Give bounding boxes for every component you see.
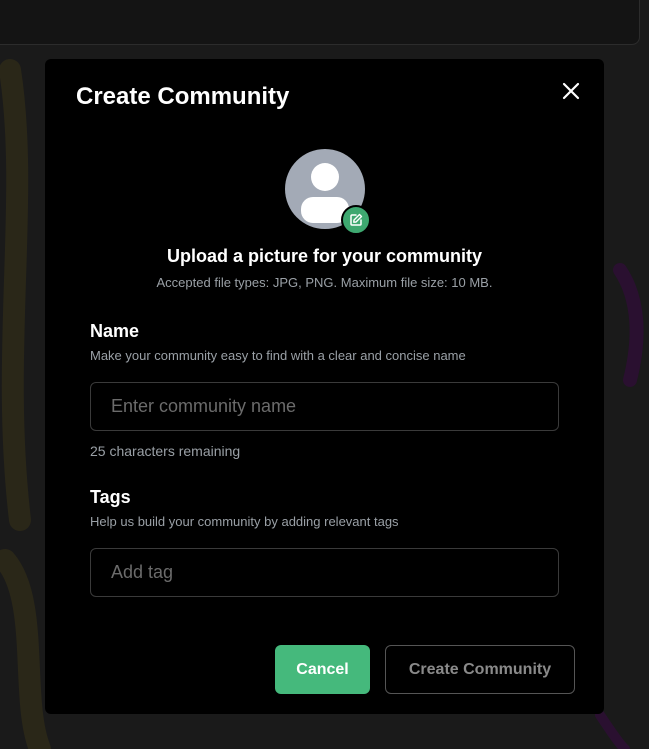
edit-picture-button[interactable] (341, 205, 371, 235)
cancel-button[interactable]: Cancel (275, 645, 370, 694)
edit-icon (350, 213, 363, 226)
community-picture-upload[interactable] (285, 149, 375, 239)
close-button[interactable] (557, 77, 585, 105)
name-characters-remaining: 25 characters remaining (90, 443, 241, 459)
tags-help-text: Help us build your community by adding r… (90, 514, 399, 529)
tags-label: Tags (90, 487, 131, 507)
name-help-text: Make your community easy to find with a … (90, 348, 466, 363)
background-card (0, 0, 640, 45)
create-community-modal: Create Community Upload a picture for yo… (45, 59, 604, 714)
name-label: Name (90, 321, 140, 341)
community-name-input[interactable] (90, 382, 559, 431)
create-community-button[interactable]: Create Community (385, 645, 575, 694)
add-tag-input[interactable] (90, 548, 559, 597)
close-icon (562, 82, 580, 100)
modal-title: Create Community (76, 83, 290, 110)
upload-title: Upload a picture for your community (166, 246, 483, 266)
upload-file-requirements: Accepted file types: JPG, PNG. Maximum f… (156, 275, 493, 290)
